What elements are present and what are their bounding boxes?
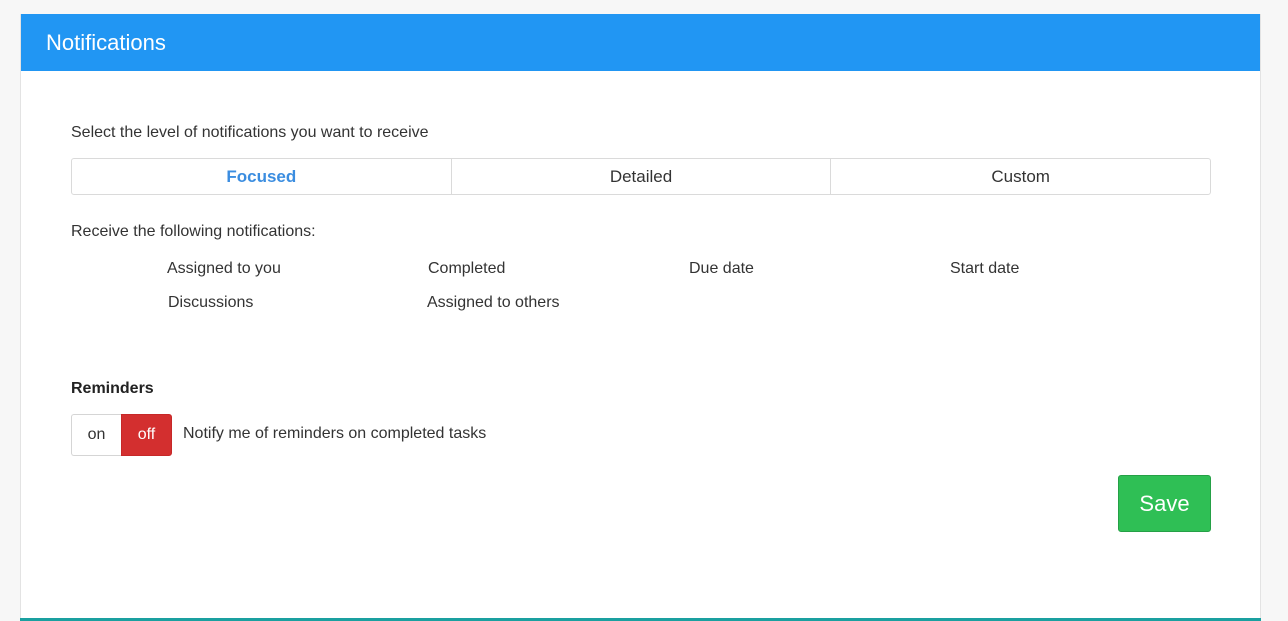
notification-item-assigned-to-you[interactable]: Assigned to you [167,259,281,279]
level-option-custom[interactable]: Custom [830,159,1210,194]
panel-title: Notifications [46,30,166,55]
reminders-heading: Reminders [71,380,154,397]
level-option-focused[interactable]: Focused [72,159,451,194]
notifications-panel: Notifications Select the level of notifi… [20,14,1261,621]
toggle-on-button[interactable]: on [71,414,121,456]
reminders-description: Notify me of reminders on completed task… [183,425,487,442]
reminders-toggle: on off [71,414,172,456]
panel-header: Notifications [21,14,1260,71]
notification-item-start-date[interactable]: Start date [950,259,1019,279]
notification-item-completed[interactable]: Completed [428,259,505,279]
notification-item-due-date[interactable]: Due date [689,259,754,279]
level-prompt: Select the level of notifications you wa… [71,124,429,141]
notification-item-assigned-to-others[interactable]: Assigned to others [427,293,560,313]
notification-item-discussions[interactable]: Discussions [168,293,253,313]
save-button[interactable]: Save [1118,475,1211,532]
notification-level-selector: Focused Detailed Custom [71,158,1211,195]
level-option-detailed[interactable]: Detailed [450,159,831,194]
toggle-off-button[interactable]: off [121,414,172,456]
notifications-label: Receive the following notifications: [71,223,316,240]
